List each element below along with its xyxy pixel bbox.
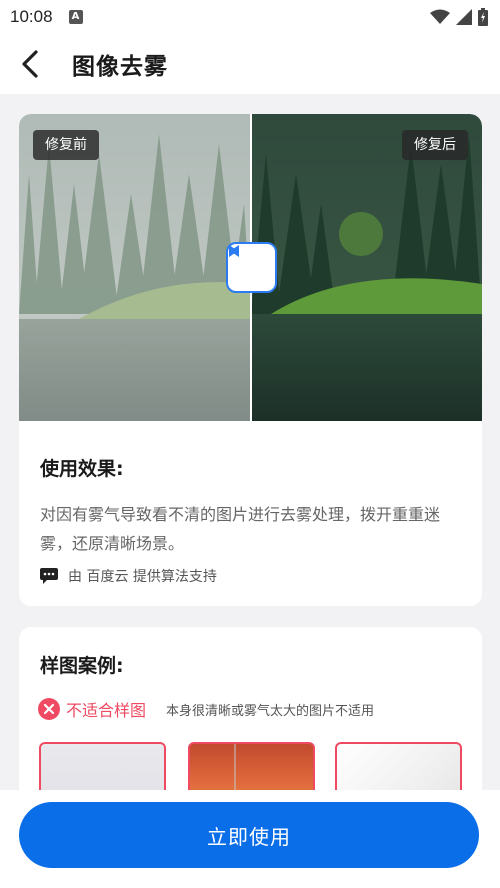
close-circle-icon (38, 698, 60, 720)
after-image (251, 114, 482, 421)
back-button[interactable] (0, 34, 60, 94)
effect-card: 修复前 修复后 使用效果: 对因有雾气导致看不清的图片进行去雾处理，拨开重重迷雾… (19, 114, 482, 606)
samples-title: 样图案例: (40, 655, 124, 677)
battery-icon (478, 8, 488, 26)
effect-description: 对因有雾气导致看不清的图片进行去雾处理，拨开重重迷雾，还原清晰场景。 (40, 505, 441, 553)
compare-slider-handle[interactable] (226, 242, 277, 293)
app-header: 图像去雾 (0, 34, 500, 94)
page-title: 图像去雾 (72, 54, 168, 80)
before-image (19, 114, 251, 421)
notification-icon: A (68, 10, 83, 24)
before-label: 修复前 (33, 130, 99, 160)
unsuitable-label: 不适合样图 (66, 701, 147, 720)
status-time: 10:08 (10, 7, 53, 26)
wifi-icon (430, 9, 450, 24)
arrow-right-icon (229, 245, 238, 257)
status-icons (430, 8, 488, 26)
status-bar: 10:08 A (0, 0, 500, 34)
provider-text: 由 百度云 提供算法支持 (68, 569, 217, 585)
bottom-action-bar: 立即使用 (0, 790, 500, 888)
unsuitable-description: 本身很清晰或雾气太大的图片不适用 (166, 703, 375, 719)
provider-note: 由 百度云 提供算法支持 (40, 566, 217, 586)
before-after-compare[interactable]: 修复前 修复后 (19, 114, 482, 421)
back-arrow-icon (22, 50, 38, 78)
unsuitable-row: 不适合样图 本身很清晰或雾气太大的图片不适用 (38, 697, 374, 721)
signal-icon (456, 9, 472, 25)
use-now-button[interactable]: 立即使用 (19, 802, 479, 868)
chat-icon (40, 568, 58, 584)
effect-title: 使用效果: (40, 458, 124, 480)
after-label: 修复后 (402, 130, 468, 160)
